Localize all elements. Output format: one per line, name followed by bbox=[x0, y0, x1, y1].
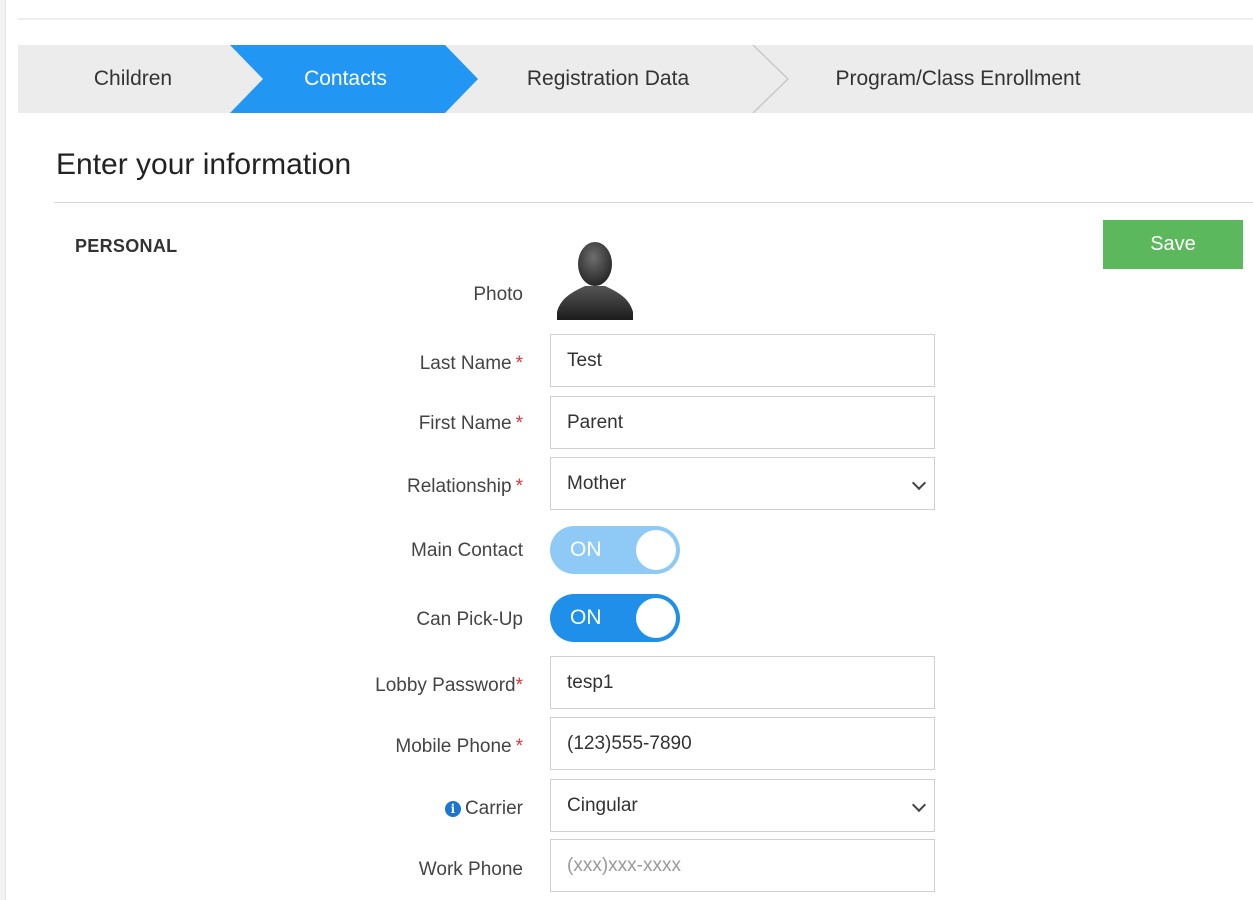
work-phone-field[interactable]: (xxx)xxx-xxxx bbox=[550, 839, 935, 892]
avatar-icon[interactable] bbox=[555, 240, 633, 322]
wizard-steps: Children Contacts Registration Data Prog… bbox=[18, 45, 1253, 113]
work-phone-label: Work Phone bbox=[418, 859, 523, 880]
step-contacts[interactable]: Contacts bbox=[258, 45, 433, 113]
section-personal: PERSONAL bbox=[75, 236, 178, 256]
save-button[interactable]: Save bbox=[1103, 220, 1243, 269]
required-marker: * bbox=[515, 675, 523, 696]
main-contact-toggle[interactable]: ON bbox=[550, 526, 680, 574]
left-border bbox=[0, 0, 6, 900]
relationship-label: Relationship * bbox=[407, 476, 523, 497]
mobile-phone-label: Mobile Phone * bbox=[395, 736, 523, 757]
lobby-password-label: Lobby Password* bbox=[375, 675, 523, 696]
info-icon[interactable]: i bbox=[444, 801, 461, 817]
top-divider bbox=[18, 18, 1253, 20]
toggle-knob bbox=[636, 598, 676, 638]
carrier-label: i Carrier bbox=[444, 798, 523, 820]
lobby-password-field[interactable]: tesp1 bbox=[550, 656, 935, 709]
step-program-class-enrollment[interactable]: Program/Class Enrollment bbox=[798, 45, 1118, 113]
last-name-field[interactable]: Test bbox=[550, 334, 935, 387]
relationship-select[interactable]: Mother bbox=[550, 457, 935, 510]
mobile-phone-field[interactable]: (123)555-7890 bbox=[550, 717, 935, 770]
can-pickup-toggle[interactable]: ON bbox=[550, 594, 680, 642]
required-marker: * bbox=[515, 353, 523, 374]
step-registration-data[interactable]: Registration Data bbox=[498, 45, 718, 113]
carrier-select[interactable]: Cingular bbox=[550, 779, 935, 832]
first-name-field[interactable]: Parent bbox=[550, 396, 935, 449]
required-marker: * bbox=[515, 413, 523, 434]
step-children[interactable]: Children bbox=[48, 45, 218, 113]
toggle-knob bbox=[636, 530, 676, 570]
can-pickup-label: Can Pick-Up bbox=[416, 609, 523, 630]
toggle-state: ON bbox=[570, 606, 602, 629]
required-marker: * bbox=[515, 476, 523, 497]
title-divider bbox=[54, 202, 1253, 203]
required-marker: * bbox=[515, 736, 523, 757]
page-title: Enter your information bbox=[56, 148, 352, 181]
toggle-state: ON bbox=[570, 538, 602, 561]
last-name-label: Last Name * bbox=[419, 353, 523, 374]
photo-label: Photo bbox=[473, 284, 523, 305]
first-name-label: First Name * bbox=[418, 413, 523, 434]
main-contact-label: Main Contact bbox=[411, 540, 523, 561]
